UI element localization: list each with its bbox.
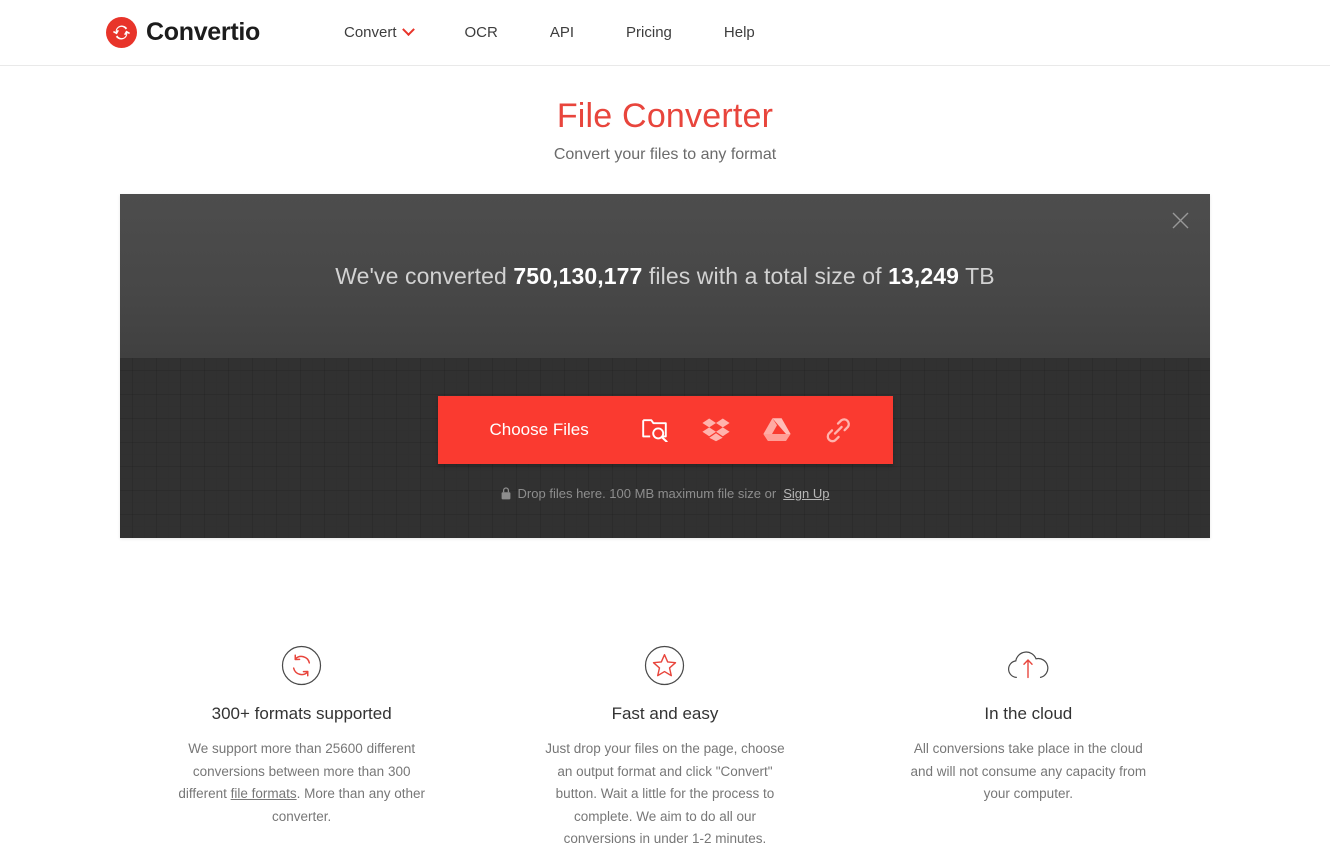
- feature-title: In the cloud: [984, 704, 1073, 724]
- nav-item-ocr[interactable]: OCR: [439, 25, 524, 40]
- uploader-widget: We've converted 750,130,177 files with a…: [120, 194, 1210, 539]
- main-navigation: Convert OCR API Pricing Help: [318, 23, 781, 41]
- stats-total-size: 13,249: [888, 262, 960, 289]
- convertio-logo-icon: [106, 17, 137, 48]
- sign-up-link[interactable]: Sign Up: [783, 486, 829, 501]
- refresh-circle-icon: [142, 642, 461, 688]
- choose-files-button[interactable]: Choose Files: [438, 396, 625, 464]
- stats-suffix: TB: [959, 262, 995, 289]
- stats-prefix: We've converted: [335, 262, 514, 289]
- hero-section: File Converter Convert your files to any…: [0, 66, 1330, 164]
- file-formats-link[interactable]: file formats: [231, 786, 297, 801]
- brand-name: Convertio: [146, 18, 260, 46]
- feature-description: All conversions take place in the cloud …: [910, 741, 1147, 802]
- nav-item-api[interactable]: API: [524, 25, 600, 40]
- stats-middle: files with a total size of: [642, 262, 889, 289]
- lock-icon: [501, 486, 510, 499]
- file-dropzone[interactable]: Choose Files Drop files here. 100 MB max…: [120, 358, 1210, 539]
- nav-item-convert[interactable]: Convert: [318, 23, 439, 41]
- stats-files-count: 750,130,177: [513, 262, 643, 289]
- brand-logo-link[interactable]: Convertio: [106, 17, 260, 48]
- star-circle-icon: [505, 642, 824, 688]
- link-icon: [826, 417, 850, 442]
- cloud-upload-icon: [869, 642, 1188, 688]
- feature-title: 300+ formats supported: [211, 704, 392, 724]
- page-title: File Converter: [556, 97, 774, 135]
- nav-item-pricing[interactable]: Pricing: [600, 25, 698, 40]
- close-banner-button[interactable]: [1164, 204, 1196, 236]
- google-drive-icon: [763, 418, 791, 442]
- feature-formats-supported: 300+ formats supported We support more t…: [120, 642, 483, 851]
- feature-in-the-cloud: In the cloud All conversions take place …: [847, 642, 1210, 851]
- choose-files-bar: Choose Files: [437, 395, 893, 464]
- feature-title: Fast and easy: [611, 704, 719, 724]
- site-header: Convertio Convert OCR API Pricing Help: [0, 0, 1330, 66]
- drop-hint: Drop files here. 100 MB maximum file siz…: [501, 485, 829, 501]
- close-icon: [1172, 212, 1188, 229]
- feature-description: We support more than 25600 different con…: [177, 738, 427, 828]
- dropbox-icon: [702, 418, 730, 442]
- from-computer-button[interactable]: [625, 396, 686, 464]
- from-url-button[interactable]: [808, 396, 869, 464]
- folder-search-icon: [641, 419, 668, 443]
- feature-description: Just drop your files on the page, choose…: [545, 741, 785, 847]
- nav-item-convert-label: Convert: [343, 24, 397, 41]
- from-google-drive-button[interactable]: [747, 396, 808, 464]
- chevron-down-icon: [401, 23, 415, 37]
- from-dropbox-button[interactable]: [686, 396, 747, 464]
- drop-hint-text: Drop files here. 100 MB maximum file siz…: [517, 485, 777, 501]
- page-subtitle: Convert your files to any format: [553, 146, 777, 164]
- stats-banner: We've converted 750,130,177 files with a…: [120, 194, 1210, 359]
- upload-source-icons: [625, 396, 869, 464]
- stats-text: We've converted 750,130,177 files with a…: [335, 263, 994, 290]
- feature-fast-and-easy: Fast and easy Just drop your files on th…: [483, 642, 846, 851]
- nav-item-help[interactable]: Help: [698, 25, 781, 40]
- features-section: 300+ formats supported We support more t…: [120, 642, 1210, 851]
